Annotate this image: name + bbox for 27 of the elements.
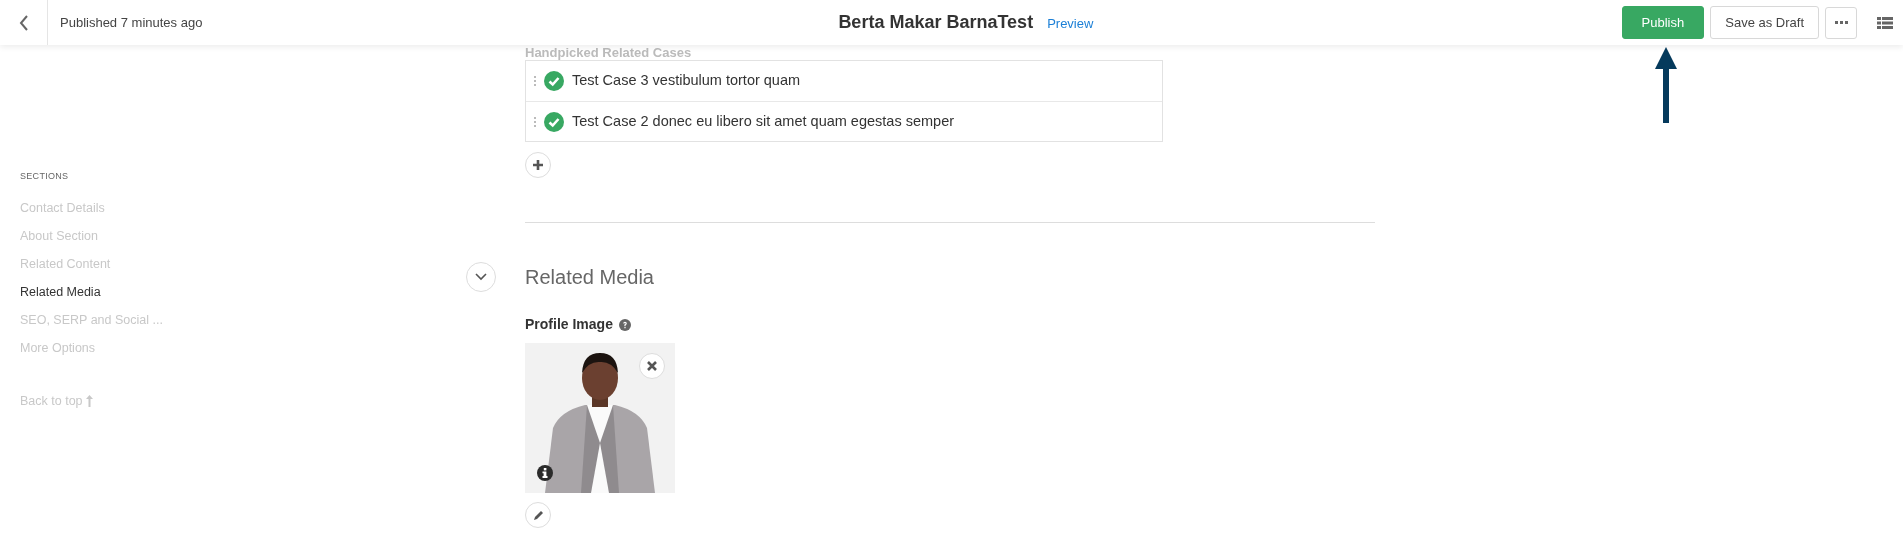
field-label: Profile Image <box>525 315 613 334</box>
close-icon <box>647 361 657 371</box>
drag-handle-icon[interactable] <box>534 116 536 127</box>
drag-handle-icon[interactable] <box>534 76 536 86</box>
plus-icon <box>533 160 543 170</box>
help-icon[interactable] <box>618 318 631 331</box>
preview-link[interactable]: Preview <box>1047 14 1094 34</box>
section-title: Related Media <box>525 265 654 290</box>
pencil-icon <box>532 509 544 521</box>
case-title: Test Case 3 vestibulum tortor quam <box>572 71 801 91</box>
list-view-icon[interactable] <box>1877 16 1893 29</box>
sections-heading: SECTIONS <box>20 170 70 183</box>
more-icon <box>1834 21 1848 24</box>
edit-button[interactable] <box>525 502 551 528</box>
add-button[interactable] <box>525 152 551 178</box>
info-icon[interactable] <box>537 465 553 481</box>
section-link[interactable]: Related Media <box>20 277 460 306</box>
case-title: Test Case 2 donec eu libero sit amet quam egestas semper <box>572 111 955 131</box>
save-draft-button[interactable]: Save as Draft <box>1710 5 1819 40</box>
publish-button[interactable]: Publish <box>1621 5 1705 40</box>
page-title: Berta Makar BarnaTest <box>838 11 1034 34</box>
section-heading: Handpicked Related Cases <box>525 46 693 60</box>
arrow-up-icon <box>85 394 93 407</box>
publish-status: Published 7 minutes ago <box>59 13 203 32</box>
chevron-left-icon <box>18 14 29 31</box>
collapse-button[interactable] <box>466 262 496 292</box>
more-button[interactable] <box>1825 6 1857 39</box>
